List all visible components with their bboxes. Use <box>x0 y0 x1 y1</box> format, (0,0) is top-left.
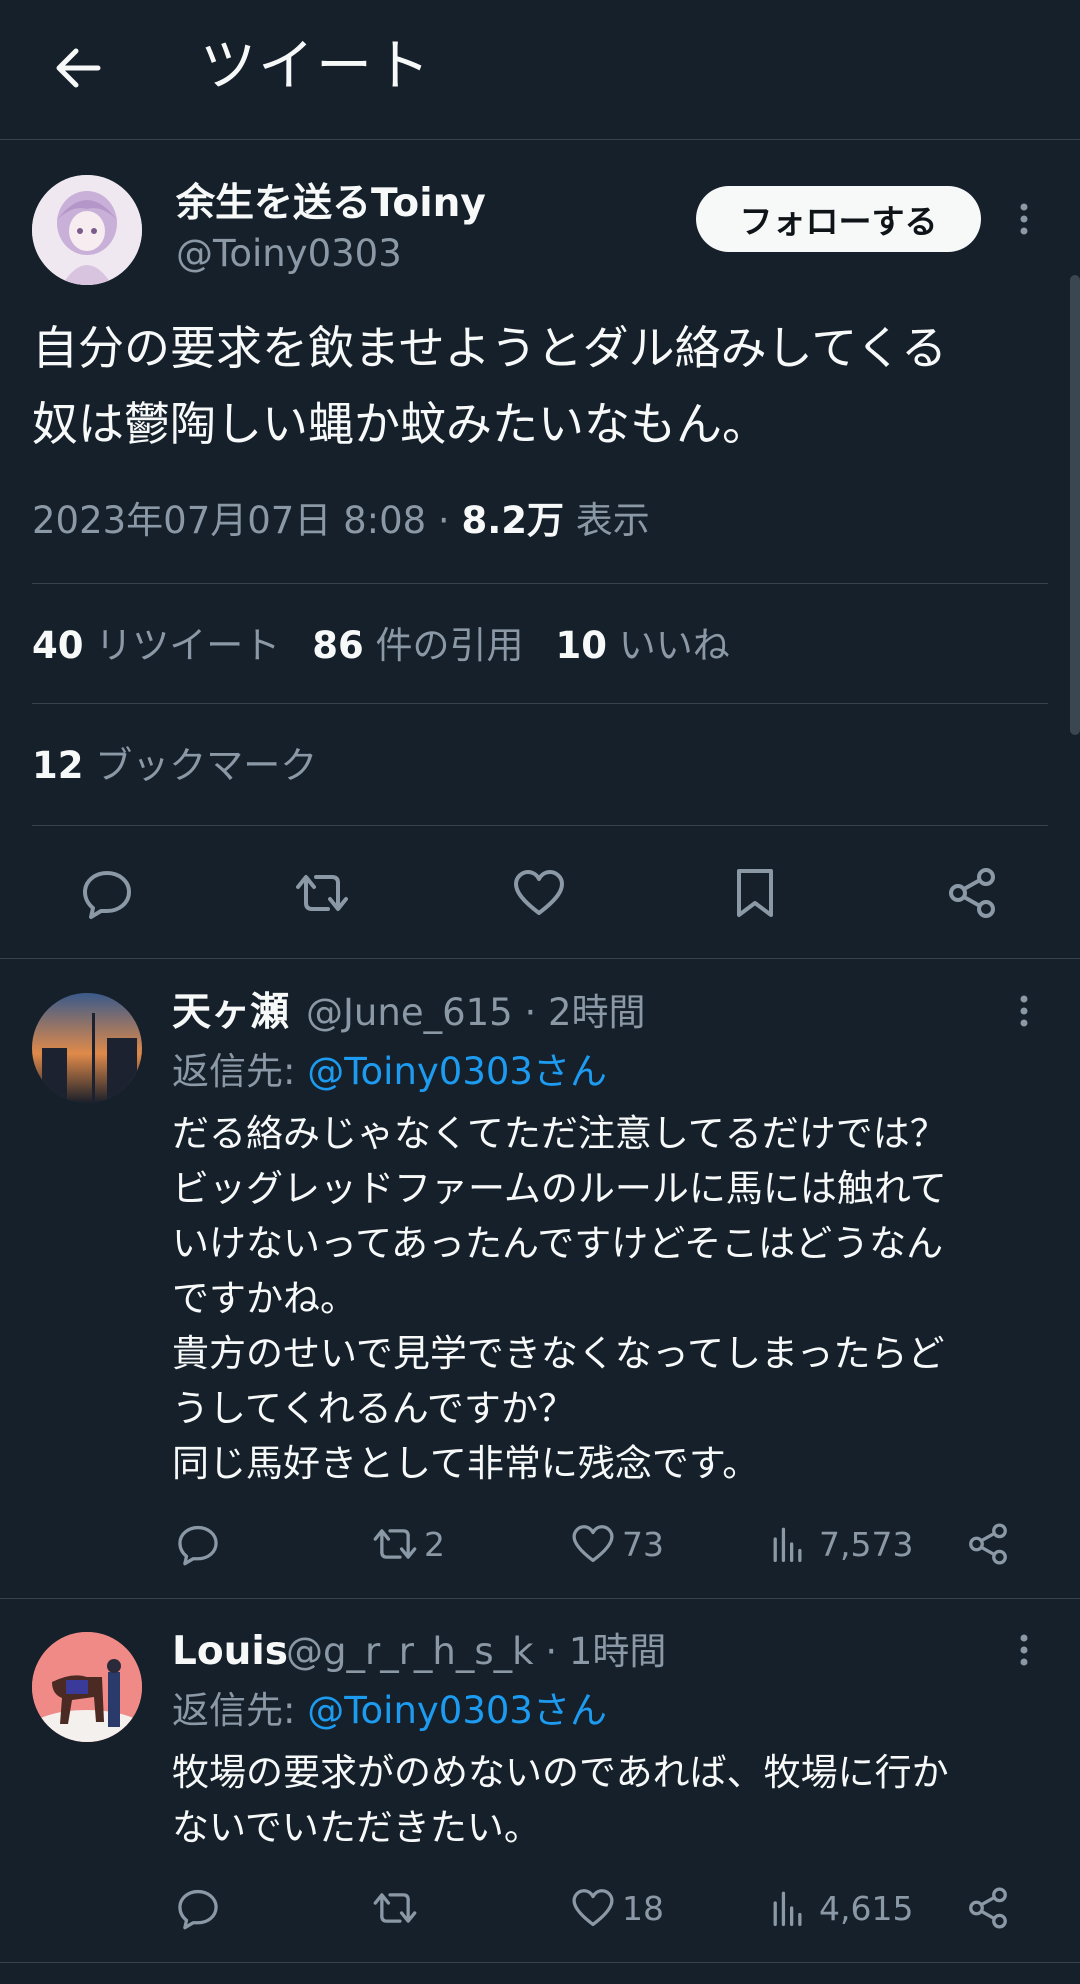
like-icon <box>572 1525 614 1563</box>
tweet-meta: 2023年07月07日 8:08 · 8.2万 表示 <box>32 493 650 549</box>
replying-to-label: 返信先: <box>172 1050 308 1093</box>
tweet-text: 自分の要求を飲ませようとダル絡みしてくる 奴は鬱陶しい蝿か蚊みたいなもん。 <box>32 321 947 451</box>
like-icon <box>572 1889 614 1927</box>
reply-icon[interactable] <box>79 865 135 921</box>
quotes-stat[interactable]: 86 件の引用 <box>312 624 523 667</box>
divider <box>0 1598 1080 1599</box>
tweet-action-bar <box>0 858 1080 928</box>
bookmark-icon[interactable] <box>727 865 783 921</box>
likes-label: いいね <box>607 624 730 667</box>
reply-display-name[interactable]: Louis <box>172 1628 288 1676</box>
retweet-button[interactable] <box>372 1878 424 1938</box>
reply-button[interactable] <box>175 1878 221 1938</box>
reply-icon <box>178 1889 218 1930</box>
replying-to: 返信先: @Toiny0303さん <box>172 1685 607 1737</box>
divider <box>32 583 1048 584</box>
divider <box>0 958 1080 959</box>
reply-handle-time[interactable]: @June_615 · 2時間 <box>306 989 646 1037</box>
like-button[interactable]: 73 <box>570 1514 664 1574</box>
engagement-stats: 40 リツイート 86 件の引用 10 いいね <box>32 618 730 674</box>
scrollbar-thumb[interactable] <box>1070 275 1080 735</box>
likes-count: 10 <box>555 624 608 667</box>
likes-stat[interactable]: 10 いいね <box>556 624 730 667</box>
back-arrow-icon[interactable] <box>48 38 108 98</box>
top-app-bar: ツイート <box>0 0 1080 140</box>
more-options-icon[interactable] <box>1004 199 1044 239</box>
divider <box>32 703 1048 704</box>
retweet-button[interactable]: 2 <box>372 1514 445 1574</box>
divider <box>0 1962 1080 1963</box>
bookmarks-stat[interactable]: 12 ブックマーク <box>32 738 317 794</box>
quotes-label: 件の引用 <box>363 624 524 667</box>
share-icon <box>969 1523 1007 1565</box>
author-avatar[interactable] <box>32 175 142 285</box>
reply-display-name[interactable]: 天ヶ瀬 <box>172 989 289 1037</box>
reply-icon <box>178 1525 218 1566</box>
bookmarks-label: ブックマーク <box>83 744 318 787</box>
replying-to-label: 返信先: <box>172 1689 308 1732</box>
analytics-icon <box>773 1527 802 1563</box>
retweet-count: 2 <box>424 1524 445 1564</box>
retweet-icon <box>373 1893 417 1923</box>
reply-avatar[interactable] <box>32 993 142 1103</box>
page-title: ツイート <box>200 34 432 99</box>
mention-link[interactable]: @Toiny0303さん <box>307 1689 607 1732</box>
reply-action-bar: 2 73 7,573 <box>0 1514 1080 1574</box>
analytics-icon <box>773 1891 802 1927</box>
views-count: 7,573 <box>819 1524 914 1564</box>
views-count: 8.2万 <box>461 499 565 542</box>
more-options-icon[interactable] <box>1004 1630 1044 1670</box>
retweets-label: リツイート <box>83 624 281 667</box>
author-handle[interactable]: @Toiny0303 <box>176 230 402 278</box>
views-label: 表示 <box>564 499 650 542</box>
views-count: 4,615 <box>819 1888 914 1928</box>
share-icon <box>969 1887 1007 1929</box>
reply-avatar[interactable] <box>32 1632 142 1742</box>
retweet-icon <box>373 1529 417 1559</box>
mention-link[interactable]: @Toiny0303さん <box>307 1050 607 1093</box>
like-icon[interactable] <box>511 865 567 921</box>
reply-button[interactable] <box>175 1514 221 1574</box>
retweets-stat[interactable]: 40 リツイート <box>32 624 280 667</box>
retweet-icon[interactable] <box>294 865 350 921</box>
author-display-name[interactable]: 余生を送るToiny <box>176 180 486 228</box>
like-count: 18 <box>622 1888 664 1928</box>
like-count: 73 <box>622 1524 664 1564</box>
tweet-timestamp: 2023年07月07日 8:08 · <box>32 499 462 542</box>
views-button[interactable]: 4,615 <box>767 1878 913 1938</box>
share-icon[interactable] <box>944 865 1000 921</box>
bookmarks-count: 12 <box>32 744 84 787</box>
views-button[interactable]: 7,573 <box>767 1514 913 1574</box>
reply-action-bar: 18 4,615 <box>0 1878 1080 1938</box>
like-button[interactable]: 18 <box>570 1878 664 1938</box>
reply-text: だる絡みじゃなくてただ注意してるだけでは？ ビッグレッドファームのルールに馬には… <box>172 1112 947 1485</box>
divider <box>32 825 1048 826</box>
quotes-count: 86 <box>312 624 364 667</box>
more-options-icon[interactable] <box>1004 991 1044 1031</box>
reply-handle-time[interactable]: @g_r_r_h_s_k · 1時間 <box>286 1628 666 1676</box>
follow-button[interactable]: フォローする <box>696 186 981 252</box>
retweets-count: 40 <box>32 624 84 667</box>
replying-to: 返信先: @Toiny0303さん <box>172 1046 607 1098</box>
share-button[interactable] <box>965 1878 1011 1938</box>
reply-text: 牧場の要求がのめないのであれば、牧場に行か ないでいただきたい。 <box>172 1751 949 1849</box>
share-button[interactable] <box>965 1514 1011 1574</box>
